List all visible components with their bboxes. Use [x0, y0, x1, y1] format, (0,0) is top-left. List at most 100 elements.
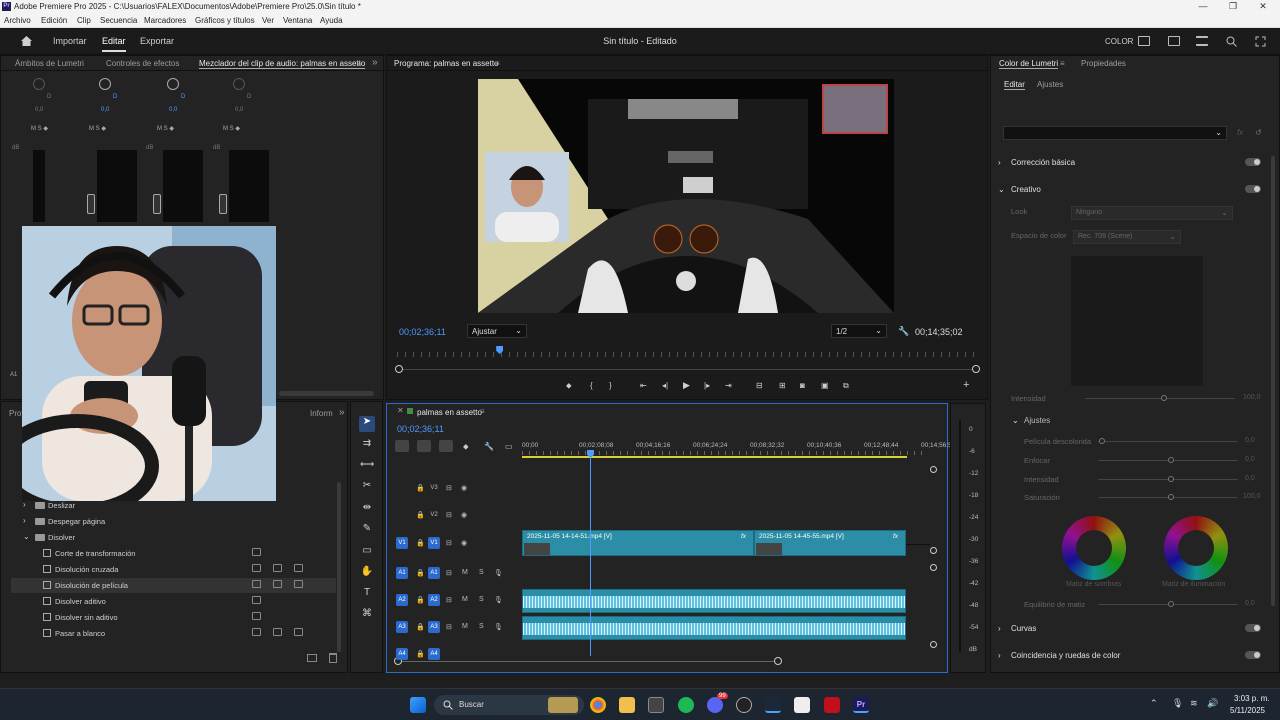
- tab-propiedades[interactable]: Propiedades: [1081, 59, 1126, 68]
- track-target-v2[interactable]: V2: [428, 509, 440, 521]
- sequence-tab[interactable]: palmas en assetto: [417, 408, 482, 417]
- lock-icon[interactable]: 🔒: [416, 539, 425, 547]
- section-correccion-basica[interactable]: Corrección básica: [1011, 158, 1075, 167]
- h-scrollbar[interactable]: [398, 661, 778, 662]
- notepad-icon[interactable]: [794, 697, 810, 713]
- camera-icon[interactable]: ◙: [800, 381, 805, 390]
- pan-knob[interactable]: [233, 78, 245, 90]
- menu-ver[interactable]: Ver: [262, 16, 274, 25]
- pan-value[interactable]: 0,0: [101, 107, 109, 113]
- extract-icon[interactable]: ⊞: [779, 381, 786, 390]
- chevron-right-icon[interactable]: ›: [23, 500, 26, 509]
- sync-icon[interactable]: ⊟: [446, 539, 452, 547]
- list-item[interactable]: Corte de transformación: [11, 546, 336, 561]
- intensidad-knob[interactable]: [1161, 395, 1167, 401]
- correccion-toggle[interactable]: [1245, 158, 1261, 166]
- volume-fader[interactable]: [87, 194, 95, 214]
- eye-icon[interactable]: ◉: [461, 511, 467, 519]
- section-toggle-icon[interactable]: ›: [998, 624, 1001, 633]
- eye-icon[interactable]: ◉: [461, 539, 467, 547]
- nav-importar[interactable]: Importar: [53, 36, 87, 46]
- video-clip-1[interactable]: 2025-11-05 14-14-51.mp4 [V] fx: [522, 530, 754, 556]
- store-icon[interactable]: [648, 697, 664, 713]
- look-dropdown[interactable]: Ninguno ⌄: [1071, 206, 1233, 220]
- lock-icon[interactable]: 🔒: [416, 569, 425, 577]
- curvas-toggle[interactable]: [1245, 624, 1261, 632]
- track-target-a1[interactable]: A1: [428, 567, 440, 579]
- trash-icon[interactable]: [329, 653, 337, 663]
- microphone-icon[interactable]: 🎙: [494, 569, 503, 577]
- list-item[interactable]: Pasar a blanco: [11, 626, 336, 641]
- slider-value[interactable]: 0,0: [1245, 475, 1255, 482]
- chevron-up-icon[interactable]: ⌃: [1150, 698, 1158, 709]
- fit-dropdown[interactable]: Ajustar ⌄: [467, 324, 527, 338]
- clock-time[interactable]: 3:03 p. m.: [1234, 694, 1270, 703]
- lift-icon[interactable]: ⊟: [756, 381, 763, 390]
- lock-icon[interactable]: 🔒: [416, 650, 425, 658]
- go-to-in-icon[interactable]: ⇤: [640, 381, 647, 390]
- program-monitor-title[interactable]: Programa: palmas en assetto: [394, 59, 499, 68]
- subtab-editar[interactable]: Editar: [1004, 80, 1025, 90]
- mute-button[interactable]: M: [462, 596, 468, 603]
- section-toggle-icon[interactable]: ›: [998, 158, 1001, 167]
- tab-lumetri-scopes[interactable]: Ámbitos de Lumetri: [15, 59, 84, 68]
- section-toggle-icon[interactable]: ›: [998, 651, 1001, 660]
- selection-tool-icon[interactable]: ➤: [360, 416, 374, 430]
- new-bin-icon[interactable]: [307, 654, 317, 662]
- search-icon[interactable]: [1226, 36, 1237, 47]
- sync-icon[interactable]: ⊟: [446, 596, 452, 604]
- lock-icon[interactable]: 🔒: [416, 623, 425, 631]
- tab-audio-clip-mixer[interactable]: Mezclador del clip de audio: palmas en a…: [199, 59, 366, 69]
- workspace-icon[interactable]: [1138, 36, 1150, 46]
- tab-lumetri-color[interactable]: Color de Lumetri: [999, 59, 1059, 69]
- add-marker-icon[interactable]: ⬥: [463, 442, 469, 452]
- track-source-patch[interactable]: V1: [396, 537, 408, 549]
- menu-clip[interactable]: Clip: [77, 16, 91, 25]
- audio-clip-a2[interactable]: [522, 589, 906, 613]
- chevron-right-icon[interactable]: »: [339, 407, 345, 418]
- close-button[interactable]: ✕: [1248, 0, 1278, 14]
- track-target-v3[interactable]: V3: [428, 482, 440, 494]
- track-source-patch[interactable]: A4: [396, 648, 408, 660]
- slider-knob[interactable]: [1168, 494, 1174, 500]
- timeline-settings-icon[interactable]: 🔧: [484, 442, 494, 451]
- menu-graficos[interactable]: Gráficos y títulos: [195, 16, 255, 25]
- playhead-timecode[interactable]: 00;02;36;11: [399, 327, 446, 337]
- reset-icon[interactable]: ↺: [1255, 128, 1262, 137]
- solo-button[interactable]: S: [479, 569, 484, 576]
- lock-icon[interactable]: 🔒: [416, 511, 425, 519]
- obs-icon[interactable]: [736, 697, 752, 713]
- sync-icon[interactable]: ⊟: [446, 511, 452, 519]
- menu-edicion[interactable]: Edición: [41, 16, 67, 25]
- step-forward-icon[interactable]: |▸: [704, 381, 710, 390]
- add-button-icon[interactable]: +: [963, 379, 969, 391]
- section-creativo[interactable]: Creativo: [1011, 185, 1041, 194]
- monitor-zoom-bar[interactable]: [397, 369, 977, 370]
- v-scroll-handle[interactable]: [930, 547, 937, 554]
- colorspace-dropdown[interactable]: Rec. 709 (Scene) ⌄: [1073, 230, 1181, 244]
- mute-button[interactable]: M: [462, 569, 468, 576]
- highlights-color-wheel[interactable]: [1164, 516, 1228, 580]
- sync-icon[interactable]: ⊟: [446, 569, 452, 577]
- lock-icon[interactable]: 🔒: [416, 484, 425, 492]
- list-item[interactable]: › Despegar página: [11, 514, 336, 529]
- discord-icon[interactable]: [707, 697, 723, 713]
- panel-menu-icon[interactable]: ≡: [495, 59, 500, 68]
- mixer-scrollbar[interactable]: [279, 391, 374, 396]
- list-item[interactable]: Disolución de película: [11, 578, 336, 593]
- lock-icon[interactable]: 🔒: [416, 596, 425, 604]
- section-coincidencia[interactable]: Coincidencia y ruedas de color: [1011, 651, 1120, 660]
- volume-fader[interactable]: [219, 194, 227, 214]
- chrome-icon[interactable]: [590, 697, 606, 713]
- menu-marcadores[interactable]: Marcadores: [144, 16, 186, 25]
- mark-in-icon[interactable]: {: [590, 381, 593, 390]
- slider-knob[interactable]: [1168, 457, 1174, 463]
- fx-toggle-icon[interactable]: fx: [1237, 128, 1243, 137]
- marker-icon[interactable]: ⬥: [566, 381, 572, 391]
- coincidencia-toggle[interactable]: [1245, 651, 1261, 659]
- slider-value[interactable]: 100,0: [1243, 493, 1261, 500]
- mark-out-icon[interactable]: }: [609, 381, 612, 390]
- fullscreen-icon[interactable]: [1255, 36, 1266, 47]
- minimize-button[interactable]: —: [1188, 0, 1218, 14]
- chevron-right-icon[interactable]: ›: [23, 516, 26, 525]
